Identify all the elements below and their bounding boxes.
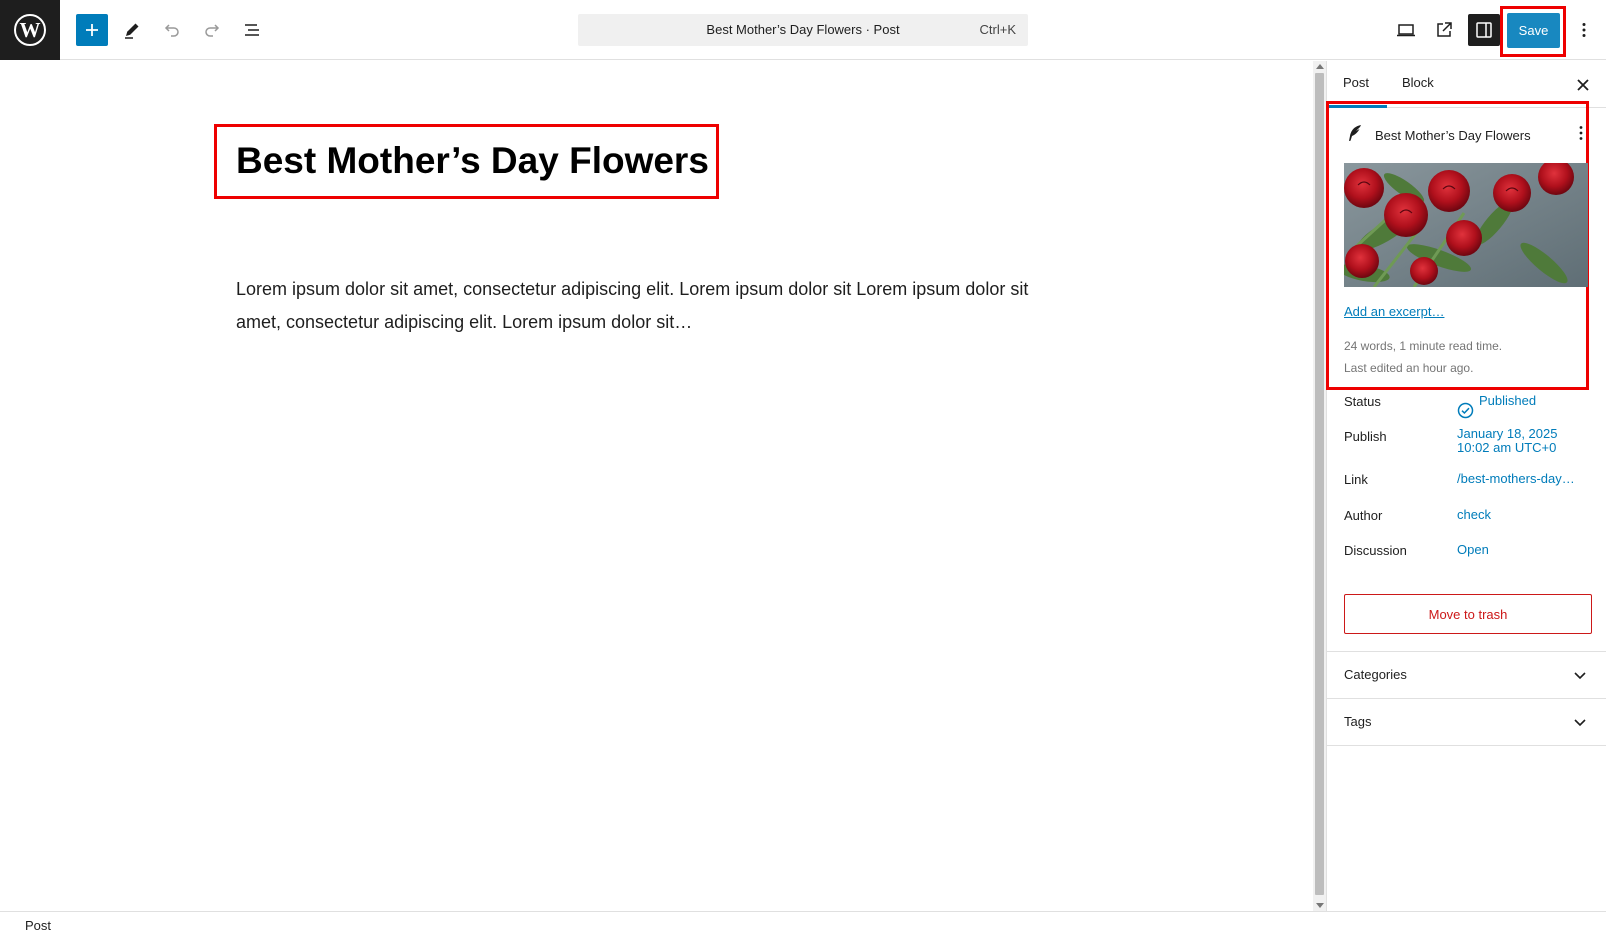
tab-post[interactable]: Post <box>1343 75 1369 90</box>
wordpress-icon: W <box>14 14 46 46</box>
breadcrumb-post[interactable]: Post <box>25 918 51 933</box>
plus-icon <box>86 24 98 36</box>
categories-panel-toggle[interactable]: Categories <box>1327 651 1606 698</box>
discussion-label: Discussion <box>1344 543 1407 558</box>
undo-icon <box>164 24 179 37</box>
svg-text:W: W <box>20 18 41 42</box>
chevron-down-icon <box>1574 719 1586 727</box>
block-breadcrumb-bar: Post <box>0 911 1606 936</box>
publish-time: 10:02 am UTC+0 <box>1457 439 1557 455</box>
featured-image[interactable] <box>1344 163 1588 287</box>
word-count: 24 words, 1 minute read time. <box>1344 339 1503 353</box>
tools-button[interactable] <box>116 14 148 46</box>
tags-panel-label: Tags <box>1344 714 1372 729</box>
add-excerpt-link[interactable]: Add an excerpt… <box>1344 304 1444 319</box>
publish-label: Publish <box>1344 429 1387 444</box>
tags-panel-toggle[interactable]: Tags <box>1327 698 1606 745</box>
move-to-trash-button[interactable]: Move to trash <box>1344 594 1592 634</box>
pencil-icon <box>125 23 139 39</box>
status-value-button[interactable]: Published <box>1479 394 1536 408</box>
post-title[interactable]: Best Mother’s Day Flowers <box>236 137 709 185</box>
redo-button[interactable] <box>196 14 228 46</box>
external-link-icon <box>1437 22 1452 37</box>
scroll-thumb[interactable] <box>1315 73 1324 895</box>
save-button[interactable]: Save <box>1507 13 1560 48</box>
post-summary-title: Best Mother’s Day Flowers <box>1375 128 1531 143</box>
last-edited: Last edited an hour ago. <box>1344 361 1474 375</box>
close-sidebar-button[interactable] <box>1571 73 1595 97</box>
author-button[interactable]: check <box>1457 508 1491 522</box>
tab-block[interactable]: Block <box>1402 75 1434 90</box>
scroll-down-arrow[interactable] <box>1316 903 1324 908</box>
canvas-scrollbar[interactable] <box>1313 61 1326 911</box>
desktop-icon <box>1397 24 1415 37</box>
preview-button[interactable] <box>1390 14 1422 46</box>
categories-panel-label: Categories <box>1344 667 1407 682</box>
discussion-button[interactable]: Open <box>1457 543 1489 557</box>
publish-date: January 18, 2025 <box>1457 426 1558 441</box>
red-roses-image <box>1344 163 1588 287</box>
undo-button[interactable] <box>156 14 188 46</box>
status-label: Status <box>1344 394 1381 409</box>
permalink-button[interactable]: /best-mothers-day… <box>1457 472 1575 486</box>
redo-icon <box>205 24 220 37</box>
options-menu-button[interactable] <box>1568 14 1600 46</box>
post-actions-dots-icon[interactable] <box>1573 123 1589 143</box>
post-feather-icon <box>1349 125 1361 141</box>
document-overview-button[interactable] <box>236 14 268 46</box>
editor-canvas: Best Mother’s Day Flowers Lorem ipsum do… <box>0 61 1313 911</box>
wordpress-logo-button[interactable]: W <box>0 0 60 60</box>
link-label: Link <box>1344 472 1368 487</box>
scroll-up-arrow[interactable] <box>1316 64 1324 69</box>
view-post-button[interactable] <box>1428 14 1460 46</box>
settings-sidebar: Post Block Best Mother’s Day Flowers Add… <box>1326 61 1606 911</box>
paragraph-block[interactable]: Lorem ipsum dolor sit amet, consectetur … <box>236 273 1056 339</box>
published-check-icon <box>1457 402 1474 419</box>
settings-sidebar-toggle[interactable] <box>1468 14 1500 46</box>
publish-date-button[interactable]: January 18, 2025 10:02 am UTC+0 <box>1457 427 1557 454</box>
chevron-down-icon <box>1574 672 1586 680</box>
add-block-button[interactable] <box>76 14 108 46</box>
command-palette-bar[interactable]: Best Mother’s Day Flowers · Post Ctrl+K <box>578 14 1028 46</box>
panel-divider <box>1327 745 1606 746</box>
editor-header: W Best Mother’s Day Flowers · Post Ctrl+… <box>0 0 1606 60</box>
author-label: Author <box>1344 508 1383 523</box>
list-view-icon <box>245 24 259 36</box>
vertical-dots-icon <box>1582 23 1586 37</box>
close-icon <box>1577 79 1589 91</box>
keyboard-shortcut: Ctrl+K <box>979 22 1016 37</box>
document-title: Best Mother’s Day Flowers · Post <box>706 22 900 37</box>
sidebar-icon <box>1476 22 1492 38</box>
